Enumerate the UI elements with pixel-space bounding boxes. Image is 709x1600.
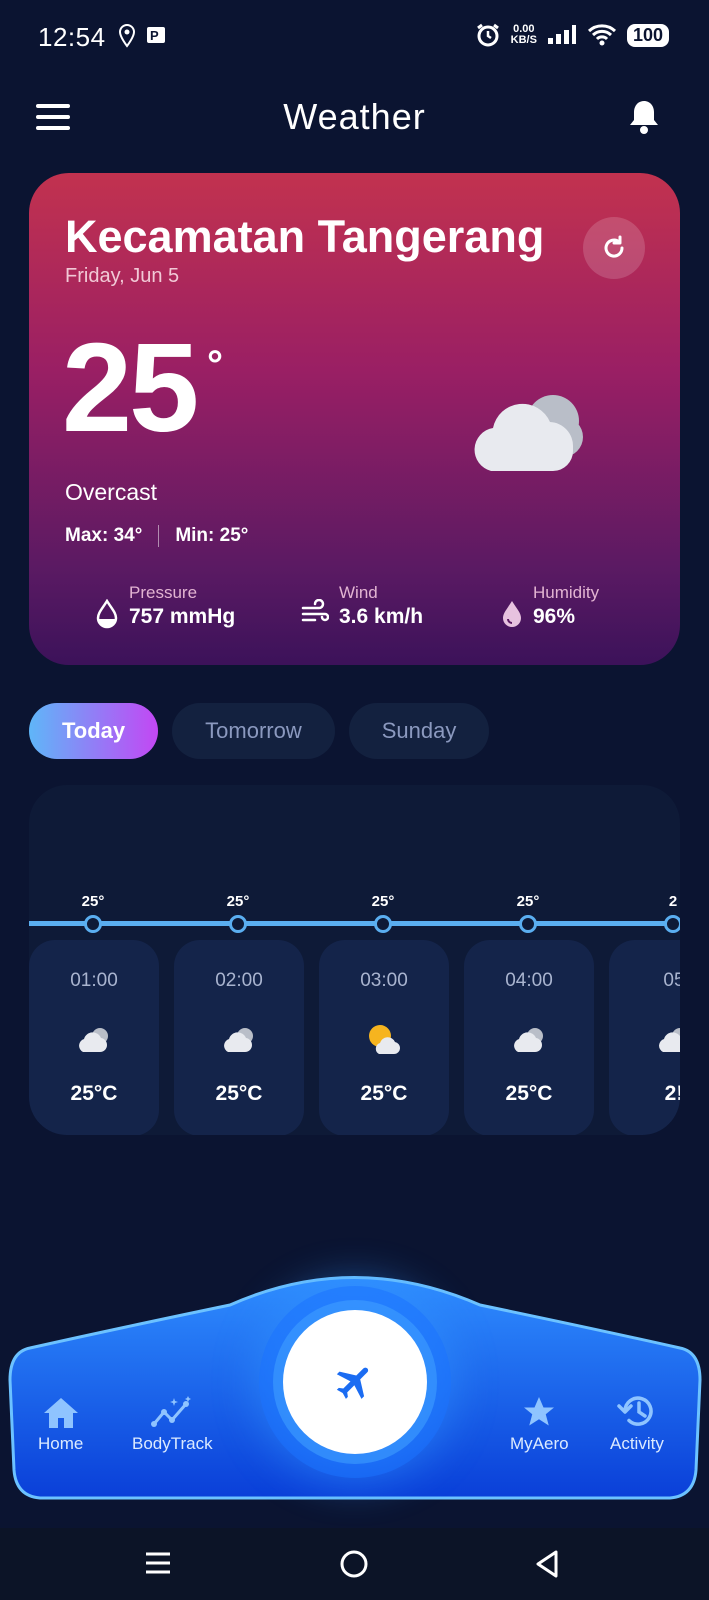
point-dot	[664, 915, 680, 933]
hour-temp: 25°C	[70, 1082, 118, 1105]
recent-apps-button[interactable]	[143, 1548, 173, 1578]
nav-activity[interactable]: Activity	[610, 1390, 664, 1454]
max-temp: Max: 34°	[65, 525, 143, 546]
wind-label: Wind	[339, 583, 378, 602]
app-title: Weather	[283, 96, 426, 137]
nav-myaero-label: MyAero	[510, 1434, 569, 1453]
signal-icon	[547, 25, 576, 44]
app-bar: Weather	[0, 92, 709, 148]
battery-indicator: 100	[626, 23, 669, 47]
nav-bodytrack-label: BodyTrack	[132, 1434, 213, 1453]
status-bar: 12:54 P 0.00 KB/S 100	[0, 0, 709, 78]
hour-time: 05	[663, 970, 680, 991]
humidity-stat: Humidity 96%	[501, 583, 599, 629]
bottom-navigation: Home BodyTrack MyAero Activity	[0, 1270, 709, 1532]
star-icon	[524, 1397, 555, 1426]
cloud-icon	[224, 1028, 253, 1052]
hour-time: 02:00	[215, 970, 263, 991]
system-navigation-bar	[0, 1528, 709, 1600]
current-weather-card: Kecamatan Tangerang Friday, Jun 5 25 ° O…	[29, 173, 680, 665]
net-speed: 0.00 KB/S	[510, 23, 537, 46]
hour-card[interactable]: 03:00 25°C	[319, 940, 449, 1135]
pressure-drop-icon	[96, 599, 118, 629]
nav-activity-label: Activity	[610, 1434, 664, 1453]
temperature-line	[29, 921, 680, 926]
location-name: Kecamatan Tangerang	[65, 211, 545, 262]
status-time: 12:54	[38, 22, 106, 52]
point-dot	[519, 915, 537, 933]
point-label: 25°	[226, 893, 250, 910]
bell-icon	[630, 101, 658, 134]
refresh-icon	[604, 235, 624, 258]
history-icon	[617, 1396, 653, 1426]
pressure-value: 757 mmHg	[129, 605, 236, 628]
point-label: 2	[668, 893, 678, 910]
point-dot	[229, 915, 247, 933]
pressure-stat: Pressure 757 mmHg	[95, 583, 235, 629]
humidity-label: Humidity	[533, 583, 600, 602]
parking-icon: P	[147, 27, 165, 43]
hour-time: 04:00	[505, 970, 553, 991]
current-date: Friday, Jun 5	[65, 265, 180, 287]
point-dot	[84, 915, 102, 933]
current-temperature: 25	[62, 317, 199, 458]
point-label: 25°	[81, 893, 105, 910]
hour-card[interactable]: 04:00 25°C	[464, 940, 594, 1135]
status-right-icons: 0.00 KB/S 100	[475, 22, 669, 48]
point-label: 25°	[371, 893, 395, 910]
hour-card[interactable]: 05 2!	[609, 940, 680, 1135]
hourly-forecast-panel[interactable]: 25° 25° 25° 25° 2 01:00 25°C 02:00 25°C …	[29, 785, 680, 1135]
humidity-value: 96%	[533, 605, 576, 628]
hour-card[interactable]: 02:00 25°C	[174, 940, 304, 1135]
nav-home-label: Home	[38, 1434, 84, 1453]
point-label: 25°	[516, 893, 540, 910]
hour-card[interactable]: 01:00 25°C	[29, 940, 159, 1135]
hour-temp: 25°C	[215, 1082, 263, 1105]
sun-cloud-icon	[369, 1025, 401, 1054]
nav-home[interactable]: Home	[38, 1390, 83, 1454]
day-tabs: Today Tomorrow Sunday	[29, 703, 490, 759]
wind-icon	[301, 599, 329, 622]
nav-bodytrack[interactable]: BodyTrack	[132, 1390, 213, 1454]
tab-sunday[interactable]: Sunday	[348, 703, 490, 759]
cloud-icon	[514, 1028, 543, 1052]
wind-stat: Wind 3.6 km/h	[301, 583, 423, 629]
nav-myaero[interactable]: MyAero	[510, 1390, 569, 1454]
home-icon	[43, 1398, 78, 1428]
hour-time: 01:00	[70, 970, 118, 991]
hour-temp: 2!	[664, 1082, 680, 1105]
bodytrack-icon	[151, 1396, 192, 1427]
status-left-icons: P	[118, 24, 168, 48]
degree-symbol: °	[207, 343, 223, 387]
wind-value: 3.6 km/h	[339, 605, 424, 628]
cloud-icon	[79, 1028, 108, 1052]
home-circle-button[interactable]	[338, 1548, 370, 1580]
svg-text:P: P	[150, 28, 159, 43]
back-button[interactable]	[532, 1548, 562, 1580]
hour-time: 03:00	[360, 970, 408, 991]
hour-temp: 25°C	[505, 1082, 553, 1105]
point-dot	[374, 915, 392, 933]
alarm-icon	[476, 23, 499, 47]
wifi-icon	[587, 24, 616, 46]
airplane-icon	[336, 1367, 369, 1399]
max-min-temps: Max: 34° Min: 25°	[65, 525, 248, 547]
notification-button[interactable]	[627, 98, 667, 138]
location-pin-icon	[118, 24, 136, 48]
center-action-button[interactable]	[283, 1310, 427, 1454]
divider	[158, 525, 160, 547]
overcast-cloud-icon	[467, 383, 597, 488]
tab-tomorrow[interactable]: Tomorrow	[172, 703, 335, 759]
refresh-button[interactable]	[583, 217, 645, 279]
humidity-drop-icon	[503, 601, 521, 627]
min-temp: Min: 25°	[175, 525, 249, 546]
hour-temp: 25°C	[360, 1082, 408, 1105]
pressure-label: Pressure	[129, 583, 198, 602]
weather-condition: Overcast	[65, 479, 158, 505]
cloud-icon	[659, 1028, 680, 1052]
tab-today[interactable]: Today	[29, 703, 159, 759]
